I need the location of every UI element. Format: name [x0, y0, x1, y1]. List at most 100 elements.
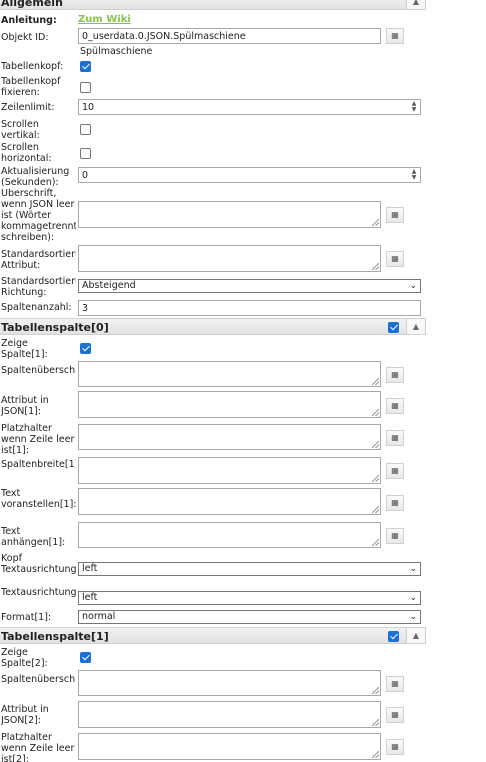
- column-2-attr-edit-button[interactable]: ▦: [386, 707, 404, 723]
- column-1-heading-label: Spaltenüberschrift[1]:: [1, 365, 76, 376]
- edit-icon: ▦: [391, 679, 399, 688]
- column-1-prefix-label: Text voranstellen[1]:: [1, 488, 76, 510]
- object-browse-button[interactable]: ▦: [386, 28, 404, 44]
- show-column-1-checkbox[interactable]: [80, 343, 91, 354]
- column-1-prefix-edit-button[interactable]: ▦: [386, 495, 404, 511]
- format-value: normal: [82, 611, 116, 622]
- table-head-fix-checkbox[interactable]: [80, 82, 91, 93]
- column-1-width-edit-button[interactable]: ▦: [386, 463, 404, 479]
- chevron-up-icon[interactable]: ▲: [406, 0, 426, 10]
- guide-label: Anleitung:: [1, 15, 57, 26]
- table-head-label: Tabellenkopf:: [1, 61, 64, 72]
- chevron-down-icon: ⌄: [409, 593, 417, 603]
- column-1-placeholder-edit-button[interactable]: ▦: [386, 430, 404, 446]
- heading-empty-edit-button[interactable]: ▦: [386, 207, 404, 223]
- chevron-down-icon: ⌄: [409, 281, 417, 291]
- spinner-icon[interactable]: ▲ ▼: [409, 169, 419, 181]
- section-title: Tabellenspalte[1]: [1, 630, 109, 643]
- edit-icon: ▦: [391, 254, 399, 263]
- column-2-heading-edit-button[interactable]: ▦: [386, 676, 404, 692]
- show-column-1-label: Zeige Spalte[1]:: [1, 338, 48, 360]
- column-1-suffix-label: Text anhängen[1]:: [1, 526, 66, 548]
- column-1-attr-label: Attribut in JSON[1]:: [1, 395, 49, 417]
- column-1-align-label: Textausrichtung[1]:: [1, 587, 76, 598]
- section-header-general[interactable]: Allgemein ▲: [0, 0, 426, 10]
- chevron-up-icon[interactable]: ▲: [406, 627, 426, 644]
- scroll-vertical-label: Scrollen vertikal:: [1, 119, 40, 141]
- chevron-up-icon[interactable]: ▲: [406, 318, 426, 335]
- wiki-link[interactable]: Zum Wiki: [78, 14, 131, 25]
- heading-empty-label: Überschrift, wenn JSON leer ist (Wörter …: [1, 188, 76, 243]
- sort-dir-select[interactable]: Absteigend ⌄: [78, 279, 421, 293]
- column-1-width-label: Spaltenbreite[1]:: [1, 459, 76, 470]
- sort-dir-value: Absteigend: [82, 280, 136, 291]
- column-1-heading-textarea[interactable]: [78, 361, 381, 387]
- chevron-down-icon: ⌄: [409, 612, 417, 622]
- edit-icon: ▦: [391, 531, 399, 540]
- column-1-placeholder-label: Platzhalter wenn Zeile leer ist[1]:: [1, 423, 75, 456]
- section-header-column-0[interactable]: Tabellenspalte[0] ▲: [0, 318, 426, 335]
- sort-attr-edit-button[interactable]: ▦: [386, 251, 404, 267]
- scroll-horizontal-label: Scrollen horizontal:: [1, 142, 52, 164]
- column-1-suffix-edit-button[interactable]: ▦: [386, 528, 404, 544]
- edit-icon: ▦: [391, 401, 399, 410]
- table-head-fix-label: Tabellenkopf fixieren:: [1, 76, 61, 98]
- section-header-column-1[interactable]: Tabellenspalte[1] ▲: [0, 627, 426, 644]
- scroll-vertical-checkbox[interactable]: [80, 124, 91, 135]
- attributes-panel: Allgemein ▲ Anleitung: Zum Wiki Objekt I…: [0, 0, 430, 762]
- column-1-attr-edit-button[interactable]: ▦: [386, 398, 404, 414]
- column-2-attr-textarea[interactable]: [78, 701, 381, 728]
- edit-icon: ▦: [391, 466, 399, 475]
- align-value: left: [82, 592, 98, 603]
- column-1-attr-textarea[interactable]: [78, 391, 381, 418]
- column-1-head-align-label: Kopf Textausrichtung[1]:: [1, 553, 76, 575]
- edit-icon: ▦: [391, 370, 399, 379]
- object-name: Spülmaschiene: [80, 46, 153, 57]
- column-2-placeholder-label: Platzhalter wenn Zeile leer ist[2]:: [1, 732, 75, 762]
- column-2-attr-label: Attribut in JSON[2]:: [1, 704, 49, 726]
- column-1-format-select[interactable]: normal ⌄: [78, 610, 421, 624]
- column-1-heading-edit-button[interactable]: ▦: [386, 367, 404, 383]
- refresh-input[interactable]: 0 ▲ ▼: [78, 167, 421, 183]
- column-1-align-select[interactable]: left ⌄: [78, 591, 421, 605]
- sort-attr-label: Standardsortierung Attribut:: [1, 249, 76, 271]
- column-1-suffix-textarea[interactable]: [78, 522, 381, 548]
- table-head-checkbox[interactable]: [80, 61, 91, 72]
- column-1-placeholder-textarea[interactable]: [78, 424, 381, 450]
- column-2-placeholder-edit-button[interactable]: ▦: [386, 739, 404, 755]
- object-id-label: Objekt ID:: [1, 32, 49, 43]
- refresh-value: 0: [82, 170, 89, 181]
- column-1-enabled-checkbox[interactable]: [388, 631, 399, 642]
- spinner-icon[interactable]: ▲ ▼: [409, 101, 419, 113]
- section-title: Tabellenspalte[0]: [1, 321, 109, 334]
- column-2-heading-label: Spaltenüberschrift[2]:: [1, 674, 76, 685]
- column-1-format-label: Format[1]:: [1, 612, 52, 623]
- chevron-down-icon: ⌄: [409, 564, 417, 574]
- edit-icon: ▦: [391, 710, 399, 719]
- edit-icon: ▦: [391, 742, 399, 751]
- row-limit-input[interactable]: 10 ▲ ▼: [78, 99, 421, 115]
- head-align-value: left: [82, 563, 98, 574]
- column-2-placeholder-textarea[interactable]: [78, 733, 381, 760]
- row-limit-label: Zeilenlimit:: [1, 102, 55, 113]
- row-limit-value: 10: [82, 102, 95, 113]
- column-1-prefix-textarea[interactable]: [78, 488, 381, 515]
- object-id-input[interactable]: 0_userdata.0.JSON.Spülmaschiene: [78, 28, 381, 44]
- edit-icon: ▦: [391, 210, 399, 219]
- column-1-width-textarea[interactable]: [78, 457, 381, 484]
- col-count-label: Spaltenanzahl:: [1, 302, 72, 313]
- section-title: Allgemein: [1, 0, 63, 9]
- refresh-label: Aktualisierung (Sekunden):: [1, 166, 70, 188]
- col-count-input[interactable]: 3: [78, 300, 421, 316]
- heading-empty-textarea[interactable]: [78, 201, 381, 228]
- sort-dir-label: Standardsortierung Richtung:: [1, 276, 76, 298]
- show-column-2-label: Zeige Spalte[2]:: [1, 647, 48, 669]
- sort-attr-textarea[interactable]: [78, 245, 381, 272]
- column-2-heading-textarea[interactable]: [78, 670, 381, 696]
- scroll-horizontal-checkbox[interactable]: [80, 148, 91, 159]
- ellipsis-button-icon: ▦: [391, 31, 399, 40]
- show-column-2-checkbox[interactable]: [80, 652, 91, 663]
- column-1-head-align-select[interactable]: left ⌄: [78, 562, 421, 576]
- column-0-enabled-checkbox[interactable]: [388, 322, 399, 333]
- edit-icon: ▦: [391, 433, 399, 442]
